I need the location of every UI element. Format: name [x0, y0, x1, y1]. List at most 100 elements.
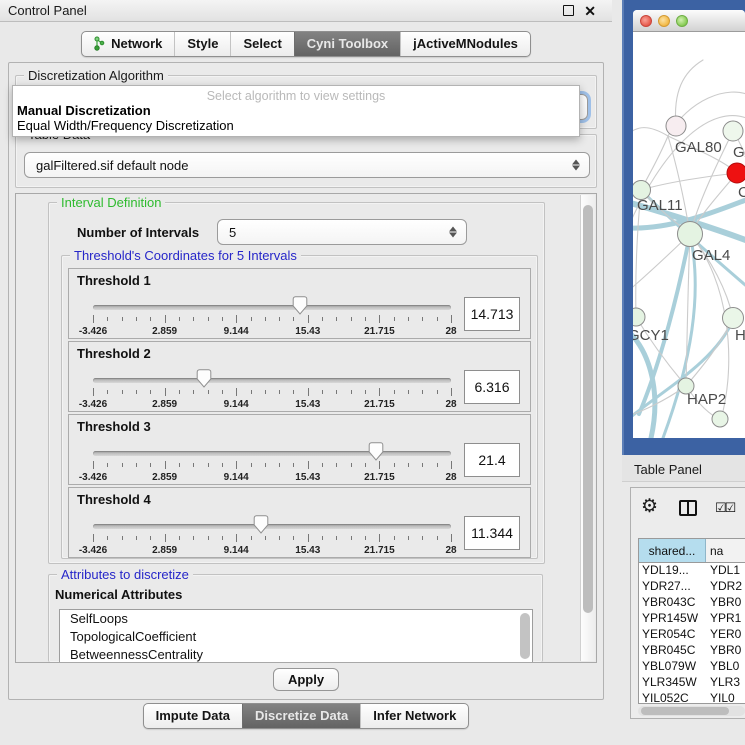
apply-button[interactable]: Apply — [273, 668, 339, 691]
tab-discretize-data[interactable]: Discretize Data — [242, 704, 360, 728]
threshold-slider[interactable]: -3.4262.8599.14415.4321.71528 — [93, 439, 451, 483]
attributes-group: Attributes to discretize Numerical Attri… — [48, 574, 543, 662]
cell-name: YDL1 — [706, 563, 745, 579]
slider-ticks — [93, 315, 451, 324]
tab-select-label: Select — [243, 36, 281, 51]
table-row[interactable]: YDL19...YDL1 — [639, 563, 745, 579]
network-icon — [94, 36, 106, 51]
network-node-label: HA — [735, 327, 745, 344]
table-row[interactable]: YDR27...YDR2 — [639, 579, 745, 595]
cell-shared-name: YDL19... — [639, 563, 706, 579]
slider-track[interactable] — [93, 524, 451, 529]
table-data-combobox[interactable]: galFiltered.sif default node — [24, 152, 590, 178]
cell-name: YIL0 — [706, 691, 745, 704]
network-node[interactable] — [666, 116, 686, 136]
threshold-value-field[interactable]: 14.713 — [464, 297, 520, 331]
table-row[interactable]: YLR345WYLR3 — [639, 675, 745, 691]
tab-impute-data[interactable]: Impute Data — [144, 704, 242, 728]
float-window-icon[interactable] — [563, 5, 574, 16]
slider-thumb[interactable] — [368, 442, 383, 466]
table-header-row: shared... na — [639, 539, 745, 563]
table-row[interactable]: YBR045CYBR0 — [639, 643, 745, 659]
network-node[interactable] — [723, 121, 743, 141]
numerical-attributes-list[interactable]: SelfLoopsTopologicalCoefficientBetweenne… — [59, 609, 533, 663]
slider-track[interactable] — [93, 378, 451, 383]
split-columns-icon[interactable] — [679, 500, 697, 516]
table-panel-title: Table Panel — [634, 462, 702, 477]
tab-network-label: Network — [111, 36, 162, 51]
network-node-label: C — [738, 184, 745, 201]
gear-icon[interactable]: ⚙ — [641, 495, 658, 518]
threshold-slider[interactable]: -3.4262.8599.14415.4321.71528 — [93, 366, 451, 410]
table-row[interactable]: YBR043CYBR0 — [639, 595, 745, 611]
table-row[interactable]: YBL079WYBL0 — [639, 659, 745, 675]
slider-track[interactable] — [93, 305, 451, 310]
table-horizontal-scrollbar[interactable] — [638, 706, 745, 716]
thresholds-container: Threshold 1-3.4262.8599.14415.4321.71528… — [62, 268, 537, 560]
tab-style[interactable]: Style — [174, 32, 230, 56]
algorithm-hint: Select algorithm to view settings — [13, 86, 579, 103]
minimize-traffic-light[interactable] — [658, 15, 670, 27]
attribute-list-item[interactable]: BetweennessCentrality — [60, 646, 532, 663]
network-node-label: GCY1 — [633, 327, 669, 344]
slider-thumb[interactable] — [196, 369, 211, 393]
table-row[interactable]: YIL052CYIL0 — [639, 691, 745, 704]
cell-shared-name: YLR345W — [639, 675, 706, 691]
combo-arrows-icon — [572, 160, 580, 171]
network-node[interactable] — [712, 411, 728, 427]
close-icon[interactable]: ✕ — [584, 2, 596, 20]
bottom-tabbar: Impute Data Discretize Data Infer Networ… — [0, 703, 612, 729]
algorithm-dropdown-popup: Select algorithm to view settings Manual… — [12, 85, 580, 137]
network-node-label: HAP2 — [687, 391, 726, 408]
tab-infer-network[interactable]: Infer Network — [360, 704, 468, 728]
zoom-traffic-light[interactable] — [676, 15, 688, 27]
attribute-list-item[interactable]: SelfLoops — [60, 610, 532, 628]
tab-select[interactable]: Select — [230, 32, 293, 56]
scrollbar-thumb[interactable] — [641, 707, 729, 715]
network-node[interactable] — [633, 308, 645, 326]
cell-name: YBR0 — [706, 643, 745, 659]
scrollbar-thumb[interactable] — [583, 205, 593, 613]
column-header-name[interactable]: na — [706, 539, 745, 562]
tab-network[interactable]: Network — [82, 32, 174, 56]
table-row[interactable]: YPR145WYPR1 — [639, 611, 745, 627]
threshold-value-field[interactable]: 11.344 — [464, 516, 520, 550]
threshold-value-field[interactable]: 6.316 — [464, 370, 520, 404]
cell-name: YBL0 — [706, 659, 745, 675]
column-header-shared-name[interactable]: shared... — [639, 539, 706, 562]
tab-cyni-toolbox[interactable]: Cyni Toolbox — [294, 32, 400, 56]
cell-name: YDR2 — [706, 579, 745, 595]
threshold-slider[interactable]: -3.4262.8599.14415.4321.71528 — [93, 293, 451, 337]
slider-thumb[interactable] — [254, 515, 269, 539]
tab-discretize-data-label: Discretize Data — [255, 708, 348, 723]
network-node[interactable] — [678, 222, 703, 247]
slider-thumb[interactable] — [292, 296, 307, 320]
cell-shared-name: YPR145W — [639, 611, 706, 627]
threshold-value-field[interactable]: 21.4 — [464, 443, 520, 477]
control-panel-tabbar: Network Style Select Cyni Toolbox jActiv… — [0, 31, 612, 57]
threshold-panel: Threshold 2-3.4262.8599.14415.4321.71528… — [68, 341, 531, 412]
popup-item-equal-width-frequency[interactable]: Equal Width/Frequency Discretization — [13, 118, 579, 133]
number-of-intervals-combobox[interactable]: 5 — [217, 219, 467, 245]
network-node[interactable] — [727, 163, 745, 183]
settings-vertical-scrollbar[interactable] — [580, 195, 595, 661]
popup-item-manual-discretization[interactable]: Manual Discretization — [13, 103, 579, 118]
network-window-titlebar — [633, 10, 745, 32]
network-canvas[interactable]: GAL80GACGAL11GAL4GCY1HAHAP2 — [633, 32, 745, 438]
select-columns-icon[interactable]: ☑☑ — [715, 500, 734, 516]
thresholds-group: Threshold's Coordinates for 5 Intervals … — [61, 255, 538, 559]
slider-ticks — [93, 388, 451, 397]
network-node[interactable] — [723, 308, 744, 329]
number-of-intervals-label: Number of Intervals — [77, 225, 199, 240]
slider-track[interactable] — [93, 451, 451, 456]
table-data-selected-value: galFiltered.sif default node — [36, 158, 188, 173]
network-node-label: GAL80 — [675, 139, 722, 156]
table-row[interactable]: YER054CYER0 — [639, 627, 745, 643]
cell-shared-name: YDR27... — [639, 579, 706, 595]
tab-jactivemnodules[interactable]: jActiveMNodules — [400, 32, 530, 56]
close-traffic-light[interactable] — [640, 15, 652, 27]
attribute-list-item[interactable]: TopologicalCoefficient — [60, 628, 532, 646]
list-scrollbar-thumb[interactable] — [520, 613, 530, 659]
tab-cyni-toolbox-label: Cyni Toolbox — [307, 36, 388, 51]
threshold-slider[interactable]: -3.4262.8599.14415.4321.71528 — [93, 512, 451, 556]
